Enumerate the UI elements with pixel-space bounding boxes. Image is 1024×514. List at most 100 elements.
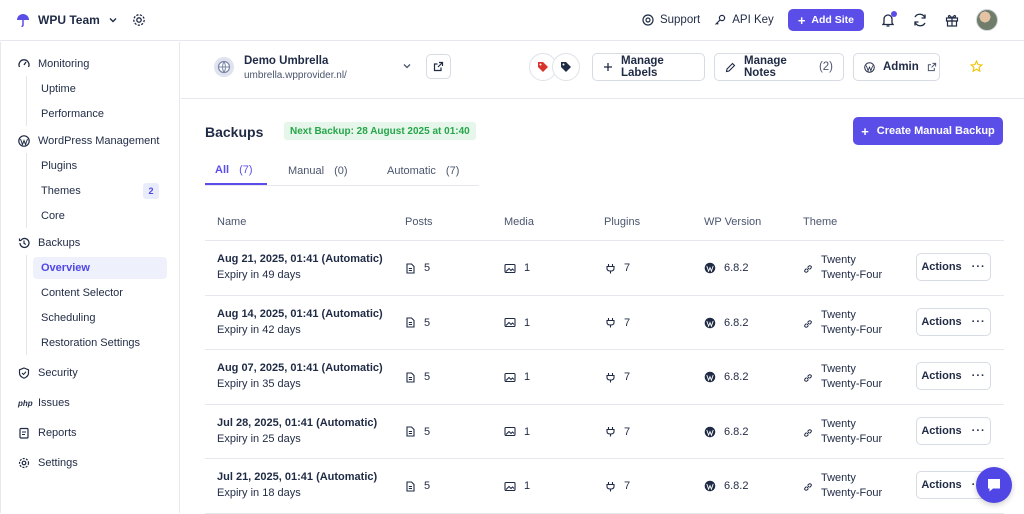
wordpress-icon [704,426,724,438]
plugins-count: 7 [624,262,631,274]
team-switcher[interactable]: WPU Team [16,13,146,27]
tab-count: (0) [334,165,348,177]
theme-cell: Twenty Twenty-Four [803,308,891,338]
sidebar-item-settings[interactable]: Settings [1,448,179,478]
column-wp-version: WP Version [704,216,762,228]
theme-cell: Twenty Twenty-Four [803,362,891,392]
sidebar-item-wordpress-management[interactable]: WordPress Management [1,128,179,153]
sidebar-item-plugins[interactable]: Plugins [26,153,179,178]
sidebar-item-label: Uptime [41,82,76,95]
manage-labels-button[interactable]: Manage Labels [592,53,705,81]
tab-label: Manual [288,165,325,177]
sidebar-item-overview[interactable]: Overview [33,256,167,279]
media-count: 1 [524,316,531,329]
plus-icon [603,62,621,72]
wp-version-cell: 6.8.2 [704,426,748,438]
wp-version-cell: 6.8.2 [704,317,748,329]
backup-name[interactable]: Jul 28, 2025, 01:41 (Automatic) [217,417,377,429]
theme-name: Twenty Twenty-Four [821,362,891,392]
label-dark[interactable] [552,53,580,81]
sidebar-active-wrapper: Overview [26,255,179,280]
sidebar: Monitoring Uptime Performance WordPress … [0,42,180,513]
gear-icon[interactable] [132,13,146,27]
actions-button[interactable]: Actions ··· [916,416,991,445]
manage-notes-button[interactable]: Manage Notes (2) [714,53,844,81]
avatar[interactable] [976,9,998,31]
support-link[interactable]: Support [642,14,700,26]
tab-all[interactable]: All (7) [205,157,267,185]
link-icon [803,362,821,392]
sidebar-item-performance[interactable]: Performance [26,101,179,126]
help-circle-icon [642,14,660,26]
sidebar-item-label: Performance [41,107,104,120]
image-icon [504,426,524,437]
backup-name[interactable]: Aug 07, 2025, 01:41 (Automatic) [217,362,383,374]
more-icon: ··· [971,315,986,328]
sidebar-item-restoration-settings[interactable]: Restoration Settings [26,330,179,355]
media-count: 1 [524,425,531,438]
sidebar-item-issues[interactable]: php Issues [1,388,179,418]
backup-name[interactable]: Aug 21, 2025, 01:41 (Automatic) [217,253,383,265]
tab-automatic[interactable]: Automatic (7) [387,157,459,185]
image-icon [504,317,524,328]
theme-line-2: Twenty-Four [821,378,883,390]
wp-version: 6.8.2 [724,262,749,274]
sidebar-item-core[interactable]: Core [26,203,179,228]
wordpress-icon [864,61,883,73]
media-cell: 1 [504,426,530,438]
sidebar-item-backups[interactable]: Backups [1,230,179,255]
sidebar-item-uptime[interactable]: Uptime [26,76,179,101]
sidebar-item-label: Reports [38,427,77,439]
sidebar-item-themes[interactable]: Themes 2 [26,178,179,203]
theme-line-2: Twenty-Four [821,269,883,281]
actions-button[interactable]: Actions ··· [916,362,991,390]
sidebar-item-label: Plugins [41,159,78,172]
chevron-down-icon[interactable] [402,61,412,71]
page-title: Backups [205,124,264,140]
shield-icon [18,367,38,379]
chat-icon [985,476,1003,494]
theme-line-2: Twenty-Four [821,487,883,499]
document-icon [405,426,424,437]
media-cell: 1 [504,317,530,329]
notification-dot [891,11,897,17]
column-media: Media [504,216,534,228]
bell-icon[interactable] [880,11,897,28]
admin-button[interactable]: Admin [853,53,940,81]
backup-name[interactable]: Aug 14, 2025, 01:41 (Automatic) [217,308,383,320]
backup-name[interactable]: Jul 21, 2025, 01:41 (Automatic) [217,471,377,483]
backup-expiry: Expiry in 18 days [217,487,301,499]
actions-button[interactable]: Actions ··· [916,307,991,336]
refresh-icon[interactable] [912,12,928,28]
team-name: WPU Team [38,13,100,27]
key-icon [714,14,732,26]
actions-label: Actions [921,424,962,437]
site-name[interactable]: Demo Umbrella [244,55,328,67]
theme-line-1: Twenty [821,472,856,484]
plugins-cell: 7 [605,262,630,274]
more-icon: ··· [971,370,986,382]
create-manual-backup-button[interactable]: + Create Manual Backup [853,117,1003,145]
sidebar-item-label: Restoration Settings [41,336,141,349]
gauge-icon [18,58,38,70]
chat-button[interactable] [976,467,1012,503]
posts-cell: 5 [405,480,430,492]
tab-manual[interactable]: Manual (0) [288,157,348,185]
table-row: Aug 21, 2025, 01:41 (Automatic) Expiry in… [205,241,1004,296]
sidebar-item-monitoring[interactable]: Monitoring [1,51,179,76]
posts-count: 5 [424,425,431,438]
open-site-button[interactable] [426,54,451,79]
document-icon [405,480,424,492]
api-key-link[interactable]: API Key [714,14,774,26]
sidebar-item-scheduling[interactable]: Scheduling [26,305,179,330]
theme-line-1: Twenty [821,417,856,430]
sidebar-item-content-selector[interactable]: Content Selector [26,280,179,305]
add-site-button[interactable]: + Add Site [787,9,864,31]
sidebar-item-security[interactable]: Security [1,358,179,388]
gift-icon[interactable] [944,12,960,28]
actions-button[interactable]: Actions ··· [916,253,991,281]
sidebar-item-reports[interactable]: Reports [1,418,179,448]
star-icon[interactable] [970,60,983,73]
theme-name: Twenty Twenty-Four [821,308,891,338]
sidebar-item-label: Security [38,367,78,379]
